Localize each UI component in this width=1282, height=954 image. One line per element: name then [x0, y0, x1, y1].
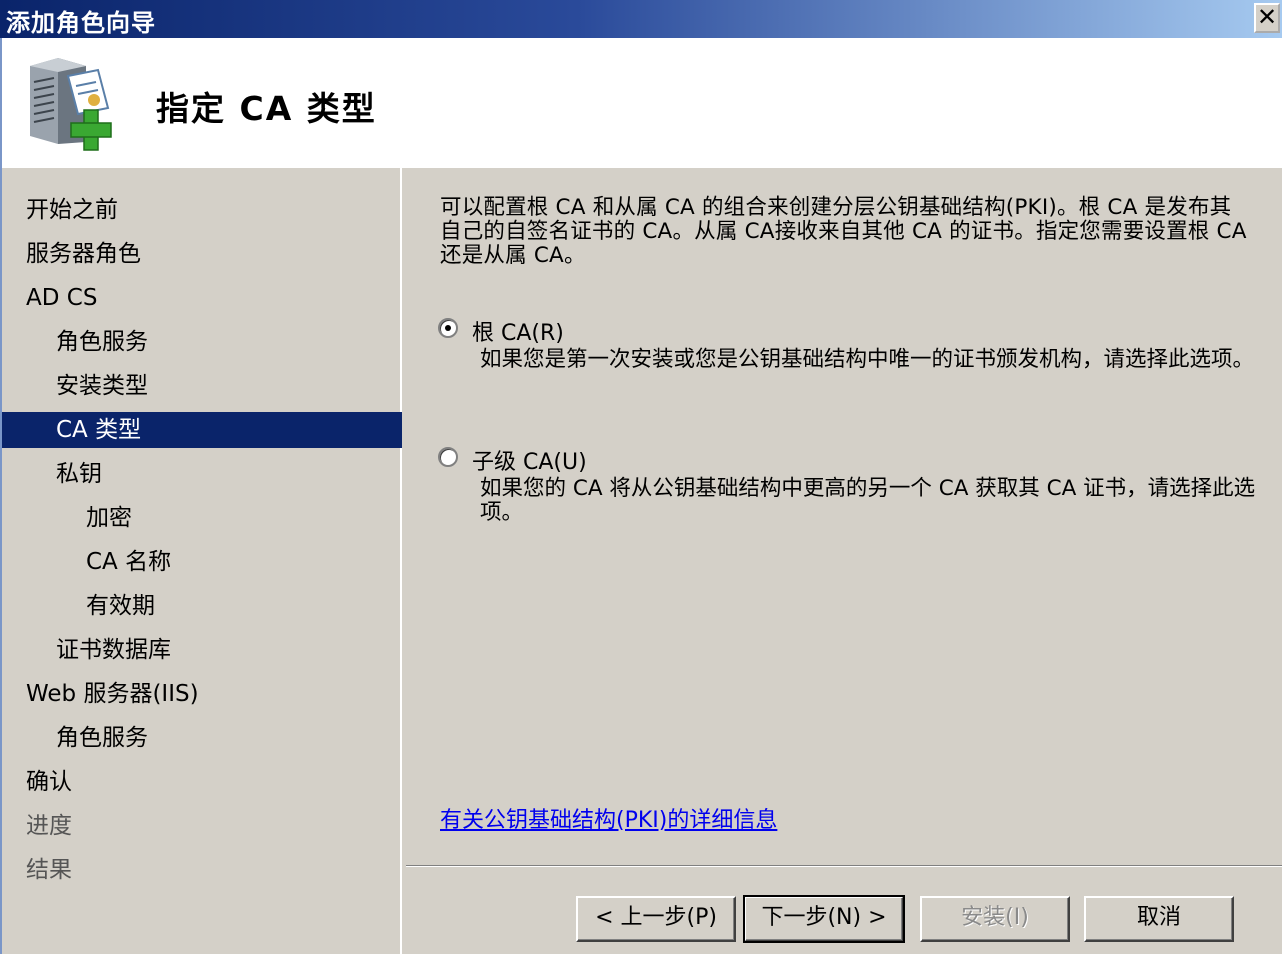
wizard-header: 指定 CA 类型: [0, 38, 1282, 168]
root-ca-radio[interactable]: [438, 318, 458, 338]
nav-item-confirmation[interactable]: 确认: [2, 764, 402, 800]
close-button[interactable]: ✕: [1254, 3, 1280, 33]
radio-selected-dot: [445, 325, 451, 331]
nav-item-cryptography[interactable]: 加密: [2, 500, 402, 536]
title-bar[interactable]: 添加角色向导 ✕: [0, 0, 1282, 38]
nav-item-setup-type[interactable]: 安装类型: [2, 368, 402, 404]
nav-item-iis-role-services[interactable]: 角色服务: [2, 720, 402, 756]
nav-item-server-roles[interactable]: 服务器角色: [2, 236, 402, 272]
subordinate-ca-radio[interactable]: [438, 447, 458, 467]
nav-item-ad-cs[interactable]: AD CS: [2, 280, 402, 316]
root-ca-description: 如果您是第一次安装或您是公钥基础结构中唯一的证书颁发机构，请选择此选项。: [480, 347, 1255, 372]
subordinate-ca-label[interactable]: 子级 CA(U): [472, 444, 587, 476]
nav-item-web-server-iis[interactable]: Web 服务器(IIS): [2, 676, 402, 712]
nav-item-validity-period[interactable]: 有效期: [2, 588, 402, 624]
nav-item-certificate-database[interactable]: 证书数据库: [2, 632, 402, 668]
nav-item-ca-name[interactable]: CA 名称: [2, 544, 402, 580]
subordinate-ca-description: 如果您的 CA 将从公钥基础结构中更高的另一个 CA 获取其 CA 证书，请选择…: [480, 476, 1256, 525]
install-button: 安装(I): [920, 896, 1070, 942]
close-icon: ✕: [1256, 3, 1278, 31]
pki-more-info-link[interactable]: 有关公钥基础结构(PKI)的详细信息: [440, 802, 777, 834]
nav-item-before-you-begin[interactable]: 开始之前: [2, 192, 402, 228]
server-add-icon: [30, 58, 112, 151]
wizard-content: 可以配置根 CA 和从属 CA 的组合来创建分层公钥基础结构(PKI)。根 CA…: [406, 168, 1282, 954]
window-title: 添加角色向导: [6, 9, 156, 37]
cancel-button[interactable]: 取消: [1084, 896, 1234, 942]
nav-item-progress: 进度: [26, 813, 72, 839]
nav-item-results: 结果: [26, 857, 72, 883]
root-ca-label[interactable]: 根 CA(R): [472, 315, 564, 347]
page-title: 指定 CA 类型: [156, 89, 377, 128]
button-separator: [406, 865, 1282, 867]
nav-item-role-services[interactable]: 角色服务: [2, 324, 402, 360]
next-button[interactable]: 下一步(N) >: [743, 895, 905, 943]
nav-item-ca-type[interactable]: CA 类型: [2, 412, 402, 448]
ca-type-description: 可以配置根 CA 和从属 CA 的组合来创建分层公钥基础结构(PKI)。根 CA…: [440, 195, 1247, 268]
wizard-step-list: 开始之前 服务器角色 AD CS 角色服务 安装类型 CA 类型 私钥 加密 C…: [0, 168, 402, 954]
nav-item-private-key[interactable]: 私钥: [2, 456, 402, 492]
back-button[interactable]: < 上一步(P): [576, 896, 736, 942]
